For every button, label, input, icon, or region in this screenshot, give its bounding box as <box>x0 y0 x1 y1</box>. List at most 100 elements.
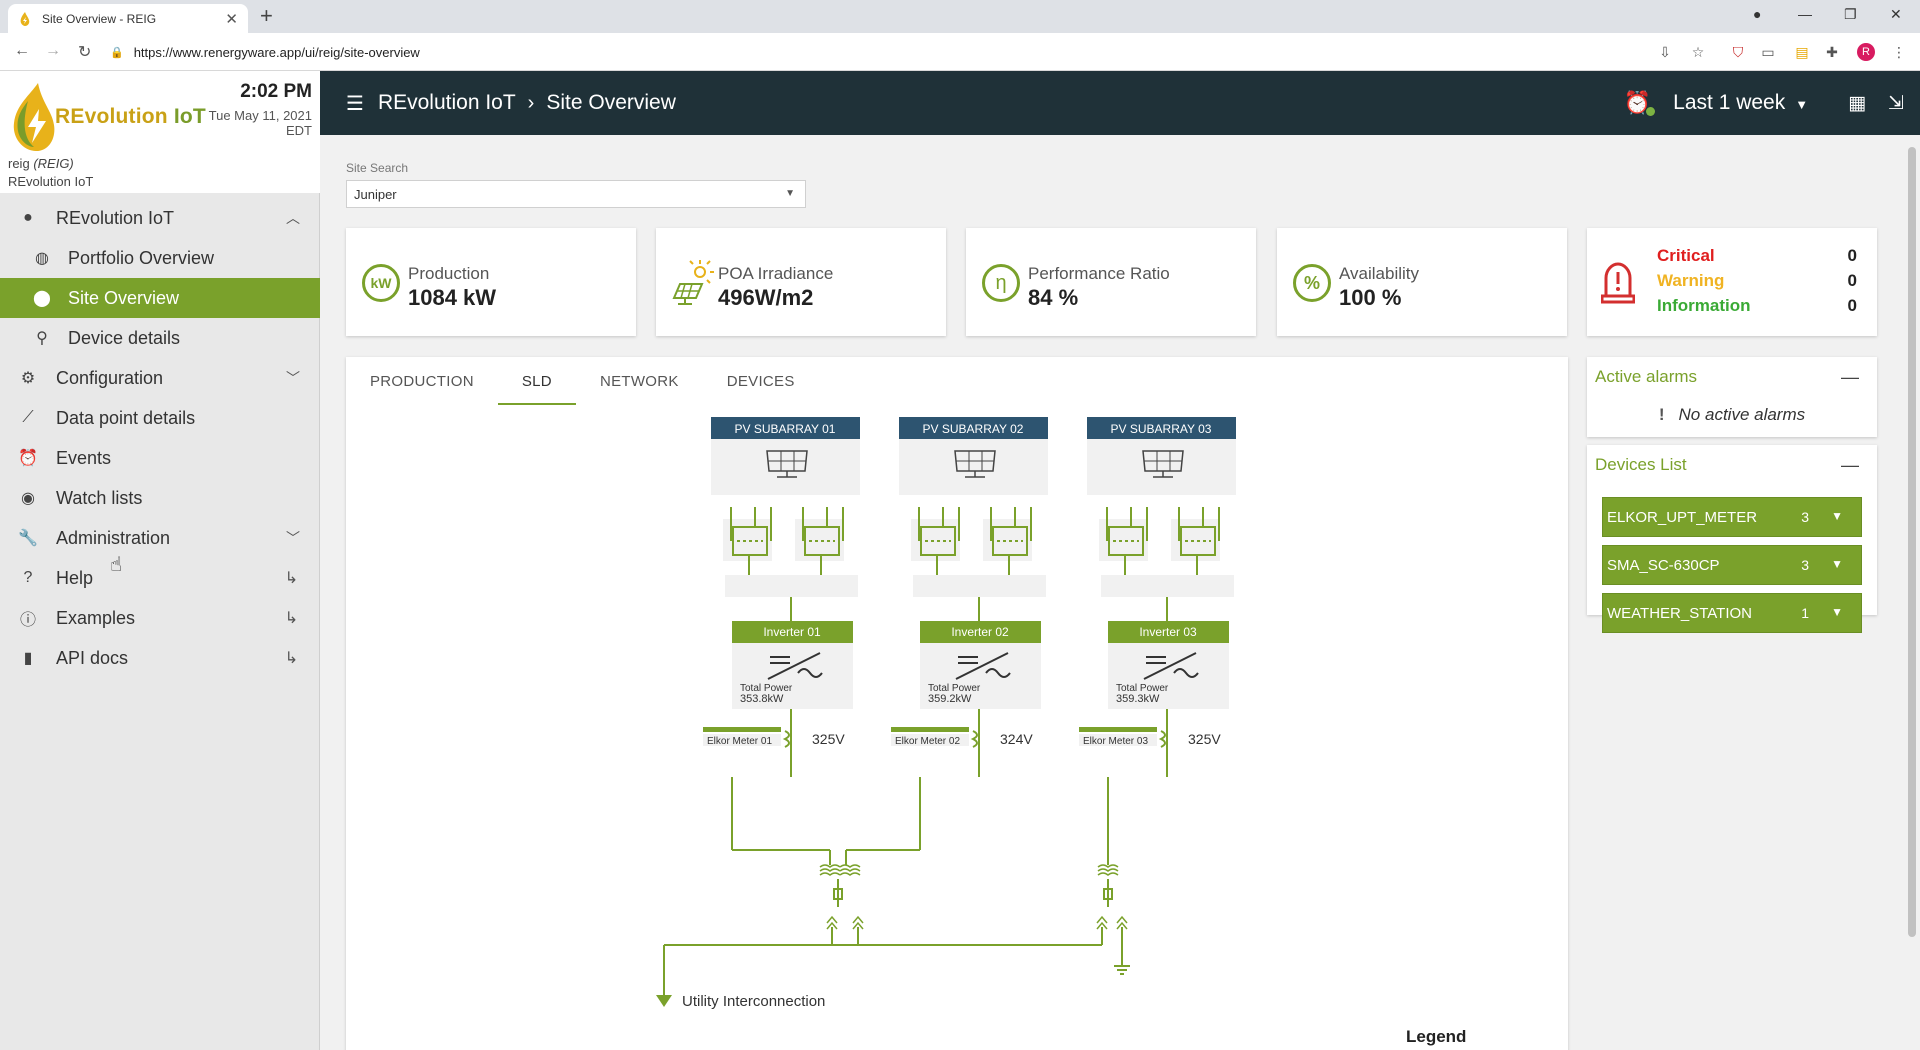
transformer-icon <box>1097 868 1119 872</box>
bookmark-star-icon[interactable]: ☆ <box>1689 43 1707 61</box>
critical-count: 0 <box>1847 246 1857 265</box>
install-icon[interactable]: ⇩ <box>1656 43 1674 61</box>
transformer-icon <box>819 868 841 872</box>
reload-icon[interactable]: ↻ <box>78 42 91 62</box>
collapse-icon[interactable]: — <box>1841 367 1859 388</box>
clock-widget: 2:02 PM Tue May 11, 2021 EDT <box>209 81 312 138</box>
site-search-select[interactable]: Juniper ▼ <box>346 180 806 208</box>
sidebar-item-examples[interactable]: ⓘ Examples ↳ <box>0 598 320 638</box>
profile-avatar-icon[interactable]: R <box>1857 43 1875 61</box>
device-row-sma[interactable]: SMA_SC-630CP 3 ▼ <box>1602 545 1862 585</box>
page-scrollbar[interactable] <box>1904 135 1920 1050</box>
back-icon[interactable]: ← <box>14 42 30 60</box>
tab-sld[interactable]: SLD <box>497 357 577 405</box>
chevron-down-icon[interactable]: ▼ <box>1831 509 1843 523</box>
sidebar-item-data-point-details[interactable]: ⟋ Data point details <box>0 398 320 438</box>
time-range-select[interactable]: Last 1 week ▼ <box>1673 91 1808 115</box>
device-row-elkor[interactable]: ELKOR_UPT_METER 3 ▼ <box>1602 497 1862 537</box>
devices-list-header[interactable]: Devices List — <box>1587 445 1877 485</box>
sidebar-item-portfolio-overview[interactable]: ◍ Portfolio Overview <box>0 238 320 278</box>
window-close-icon[interactable]: ✕ <box>1890 6 1902 23</box>
sidebar-item-configuration[interactable]: ⚙ Configuration ﹀ <box>0 358 320 398</box>
device-row-weather[interactable]: WEATHER_STATION 1 ▼ <box>1602 593 1862 633</box>
eye-icon: ◉ <box>21 490 35 507</box>
tab-devices[interactable]: DEVICES <box>703 357 819 405</box>
kpi-availability: % Availability 100 % <box>1277 228 1567 336</box>
sidebar-item-revolution-iot[interactable]: ● REvolution IoT ︿ <box>0 198 320 238</box>
close-tab-icon[interactable]: ✕ <box>225 10 238 28</box>
sidebar-item-watch-lists[interactable]: ◉ Watch lists <box>0 478 320 518</box>
sidebar-item-events[interactable]: ⏰ Events <box>0 438 320 478</box>
meter-bar <box>1079 727 1157 732</box>
sidebar-nav: ● REvolution IoT ︿ ◍ Portfolio Overview … <box>0 198 320 678</box>
site-search-label: Site Search <box>346 161 409 175</box>
information-count: 0 <box>1847 296 1857 315</box>
kw-icon: kW <box>362 264 400 302</box>
transformer-icon <box>1097 864 1119 868</box>
user-code: (REIG) <box>33 156 74 171</box>
brand-name: REvolution IoT <box>55 105 206 128</box>
breadcrumb-root[interactable]: REvolution IoT <box>378 91 516 115</box>
percent-icon: % <box>1293 264 1331 302</box>
new-tab-icon[interactable]: + <box>260 5 273 27</box>
mouse-cursor-icon: ☝ <box>110 554 123 576</box>
browser-menu-icon[interactable]: ⋮ <box>1890 43 1908 61</box>
total-power-value: 353.8kW <box>740 693 784 705</box>
puzzle-extension-icon[interactable]: ✚ <box>1823 43 1841 61</box>
notes-extension-icon[interactable]: ▤ <box>1793 43 1811 61</box>
scrollbar-thumb[interactable] <box>1908 147 1916 937</box>
external-arrow-icon: ↳ <box>284 610 298 627</box>
total-power-value: 359.3kW <box>1116 693 1160 705</box>
active-alarms-panel: Active alarms — ! No active alarms <box>1587 357 1877 437</box>
sidebar-item-device-details[interactable]: ⚲ Device details <box>0 318 320 358</box>
book-icon: ▮ <box>23 650 33 667</box>
dc-bus-box <box>725 575 858 597</box>
external-arrow-icon: ↳ <box>284 570 298 587</box>
tab-network[interactable]: NETWORK <box>576 357 703 405</box>
meter-voltage: 325V <box>812 731 845 747</box>
tab-production[interactable]: PRODUCTION <box>346 357 498 405</box>
shield-extension-icon[interactable]: ⛉ <box>1729 43 1747 61</box>
sidebar-item-api-docs[interactable]: ▮ API docs ↳ <box>0 638 320 678</box>
meter-voltage: 325V <box>1188 731 1221 747</box>
chevron-down-icon[interactable]: ▼ <box>1831 605 1843 619</box>
calendar-icon[interactable]: ▦ <box>1848 92 1866 115</box>
gear-icon: ⚙ <box>20 370 36 387</box>
active-alarms-header[interactable]: Active alarms — <box>1587 357 1877 397</box>
sidebar-item-administration[interactable]: 🔧 Administration ﹀ <box>0 518 320 558</box>
hamburger-icon[interactable]: ☰ <box>346 91 364 116</box>
status-dot <box>1646 107 1656 116</box>
pv-subarray-label: PV SUBARRAY 02 <box>923 422 1024 436</box>
alarm-clock-icon[interactable]: ⏰ <box>1624 90 1656 116</box>
browser-tab[interactable]: Site Overview - REIG ✕ <box>8 4 248 33</box>
sidebar-item-site-overview[interactable]: ⬤ Site Overview <box>0 278 320 318</box>
inverter-name: Inverter 02 <box>951 625 1009 639</box>
caret-down-icon: ▼ <box>1795 97 1809 112</box>
meter-coil-icon <box>782 730 790 748</box>
search-icon: ⚲ <box>36 330 48 347</box>
external-arrow-icon: ↳ <box>284 650 298 667</box>
kpi-performance-ratio: η Performance Ratio 84 % <box>966 228 1256 336</box>
breadcrumb-separator: › <box>527 91 535 114</box>
url-field[interactable]: 🔒 https://www.renergyware.app/ui/reig/si… <box>110 38 1670 66</box>
minimize-icon[interactable]: — <box>1798 6 1812 22</box>
export-icon[interactable]: ⇲ <box>1888 92 1904 115</box>
url-text: https://www.renergyware.app/ui/reig/site… <box>133 44 420 60</box>
transformer-icon <box>839 864 861 868</box>
eta-icon: η <box>982 264 1020 302</box>
sidebar-item-help[interactable]: ? Help ↳ <box>0 558 320 598</box>
profile-dropdown-icon[interactable]: ● <box>1753 6 1761 22</box>
collapse-icon[interactable]: — <box>1841 455 1859 476</box>
transformer-icon <box>1097 872 1119 876</box>
chevron-down-icon[interactable]: ▼ <box>1831 557 1843 571</box>
alarm-summary: Critical 0 Warning 0 Information 0 <box>1587 228 1877 336</box>
forward-icon[interactable]: → <box>45 42 61 60</box>
alarm-clock-icon: ⏰ <box>18 450 38 467</box>
warning-label: Warning <box>1657 271 1725 290</box>
sidebar: REvolution IoT 2:02 PM Tue May 11, 2021 … <box>0 71 320 1050</box>
cast-extension-icon[interactable]: ▭ <box>1759 43 1777 61</box>
restore-icon[interactable]: ❐ <box>1844 6 1857 23</box>
brand-logo-icon <box>13 83 55 151</box>
utility-interconnection-label: Utility Interconnection <box>682 993 825 1010</box>
critical-label: Critical <box>1657 246 1715 265</box>
